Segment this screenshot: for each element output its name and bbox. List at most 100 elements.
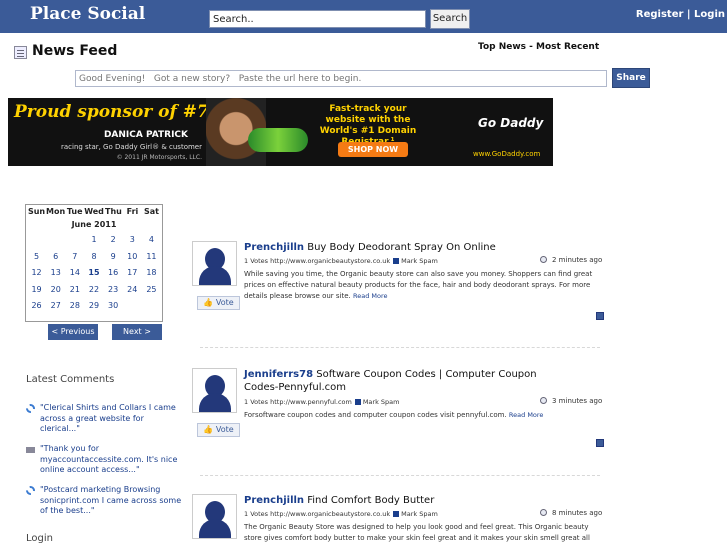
- flag-icon: [393, 511, 400, 517]
- share-button[interactable]: Share: [612, 68, 650, 88]
- page-title: News Feed: [32, 43, 118, 59]
- read-more-link[interactable]: Read More: [509, 411, 544, 419]
- weekday-label: Thu: [105, 207, 122, 216]
- item-source[interactable]: 1 Votes http://www.organicbeautystore.co…: [244, 510, 390, 518]
- calendar-day[interactable]: 14: [65, 265, 84, 282]
- twitter-icon: [26, 447, 35, 453]
- comment-item[interactable]: "Postcard marketing Browsing sonicprint.…: [26, 485, 186, 517]
- comment-text[interactable]: "Clerical Shirts and Collars I came acro…: [26, 403, 186, 435]
- tab-separator: -: [526, 42, 537, 52]
- item-timestamp: 2 minutes ago: [552, 256, 603, 264]
- item-author[interactable]: Mark Spam: [401, 257, 438, 265]
- calendar-day[interactable]: 15: [84, 265, 103, 282]
- clock-icon: [540, 509, 547, 516]
- calendar-day[interactable]: 25: [142, 282, 161, 299]
- latest-comments-heading: Latest Comments: [26, 374, 115, 385]
- story-url-input[interactable]: [75, 70, 607, 87]
- calendar-day[interactable]: 16: [104, 265, 123, 282]
- item-body: While saving you time, the Organic beaut…: [244, 269, 607, 302]
- calendar-day[interactable]: 29: [84, 298, 103, 315]
- avatar[interactable]: [192, 241, 237, 286]
- login-link[interactable]: Login: [694, 9, 725, 20]
- weekday-label: Sat: [144, 207, 159, 216]
- item-user[interactable]: Jenniferrs78: [244, 369, 313, 380]
- read-more-link[interactable]: Read More: [353, 292, 388, 300]
- godaddy-banner-ad[interactable]: Proud sponsor of #7 DANICA PATRICK racin…: [8, 98, 553, 166]
- calendar-day[interactable]: 26: [27, 298, 46, 315]
- calendar-day[interactable]: 1: [84, 232, 103, 249]
- shop-now-button[interactable]: SHOP NOW: [338, 142, 408, 157]
- calendar-day[interactable]: 27: [46, 298, 65, 315]
- top-bar: Place Social Search Register | Login: [0, 0, 727, 33]
- weekday-label: Sun: [27, 207, 46, 216]
- calendar-day[interactable]: 28: [65, 298, 84, 315]
- vote-label: Vote: [215, 298, 234, 307]
- calendar-day[interactable]: 9: [104, 249, 123, 266]
- calendar-day[interactable]: 17: [123, 265, 142, 282]
- calendar-previous-button[interactable]: < Previous: [48, 324, 98, 340]
- account-links: Register | Login: [636, 9, 725, 20]
- tab-top-news[interactable]: Top News: [478, 42, 526, 52]
- item-description: Forsoftware coupon codes and computer co…: [244, 411, 507, 419]
- calendar-day[interactable]: 24: [123, 282, 142, 299]
- calendar-empty-cell: [27, 232, 46, 249]
- comment-item[interactable]: "Clerical Shirts and Collars I came acro…: [26, 403, 186, 435]
- item-title[interactable]: Find Comfort Body Butter: [307, 495, 434, 506]
- calendar-day[interactable]: 10: [123, 249, 142, 266]
- comment-text[interactable]: "Thank you for myaccountaccessite.com. I…: [26, 444, 186, 476]
- calendar-empty-cell: [142, 298, 161, 315]
- tab-most-recent[interactable]: Most Recent: [536, 42, 599, 52]
- calendar-day[interactable]: 8: [84, 249, 103, 266]
- banner-sponsor-text: Proud sponsor of #7: [14, 102, 209, 122]
- spinner-icon: [26, 486, 35, 495]
- calendar-day[interactable]: 18: [142, 265, 161, 282]
- calendar-day[interactable]: 3: [123, 232, 142, 249]
- calendar-day[interactable]: 22: [84, 282, 103, 299]
- feed-item: Prenchjilln Find Comfort Body Butter 1 V…: [192, 494, 612, 545]
- search-input[interactable]: [209, 10, 426, 28]
- calendar-next-button[interactable]: Next >: [112, 324, 162, 340]
- save-icon[interactable]: [596, 312, 604, 320]
- calendar-day[interactable]: 13: [46, 265, 65, 282]
- item-source[interactable]: 1 Votes http://www.pennyful.com: [244, 398, 352, 406]
- comment-item[interactable]: "Thank you for myaccountaccessite.com. I…: [26, 444, 186, 476]
- feed-item: 👍 Vote Prenchjilln Buy Body Deodorant Sp…: [192, 241, 612, 351]
- item-meta: 1 Votes http://www.pennyful.com Mark Spam: [244, 398, 400, 406]
- calendar-day[interactable]: 7: [65, 249, 84, 266]
- calendar-weekdays: Sun Mon Tue Wed Thu Fri Sat: [27, 206, 161, 218]
- comment-text[interactable]: "Postcard marketing Browsing sonicprint.…: [26, 485, 186, 517]
- avatar[interactable]: [192, 494, 237, 539]
- clock-icon: [540, 256, 547, 263]
- login-heading: Login: [26, 533, 53, 544]
- avatar[interactable]: [192, 368, 237, 413]
- weekday-label: Tue: [66, 207, 83, 216]
- save-icon[interactable]: [596, 439, 604, 447]
- item-source[interactable]: 1 Votes http://www.organicbeautystore.co…: [244, 257, 390, 265]
- item-description: The Organic Beauty Store was designed to…: [244, 523, 590, 542]
- calendar-day[interactable]: 4: [142, 232, 161, 249]
- calendar-day[interactable]: 12: [27, 265, 46, 282]
- item-title[interactable]: Buy Body Deodorant Spray On Online: [307, 242, 496, 253]
- calendar-day[interactable]: 30: [104, 298, 123, 315]
- calendar-day[interactable]: 11: [142, 249, 161, 266]
- item-user[interactable]: Prenchjilln: [244, 242, 304, 253]
- item-timestamp: 3 minutes ago: [552, 397, 603, 405]
- vote-button[interactable]: 👍 Vote: [197, 296, 240, 310]
- calendar-day[interactable]: 23: [104, 282, 123, 299]
- vote-button[interactable]: 👍 Vote: [197, 423, 240, 437]
- calendar-day[interactable]: 21: [65, 282, 84, 299]
- item-time: 3 minutes ago: [540, 397, 602, 405]
- search-button[interactable]: Search: [430, 9, 470, 29]
- calendar-day[interactable]: 5: [27, 249, 46, 266]
- item-author[interactable]: Mark Spam: [401, 510, 438, 518]
- item-user[interactable]: Prenchjilln: [244, 495, 304, 506]
- item-author[interactable]: Mark Spam: [363, 398, 400, 406]
- calendar-day[interactable]: 2: [104, 232, 123, 249]
- item-divider: [200, 347, 600, 348]
- register-link[interactable]: Register: [636, 9, 684, 20]
- calendar-day[interactable]: 19: [27, 282, 46, 299]
- site-title[interactable]: Place Social: [30, 4, 145, 24]
- calendar-day[interactable]: 6: [46, 249, 65, 266]
- godaddy-logo: Go Daddy: [478, 116, 544, 130]
- calendar-day[interactable]: 20: [46, 282, 65, 299]
